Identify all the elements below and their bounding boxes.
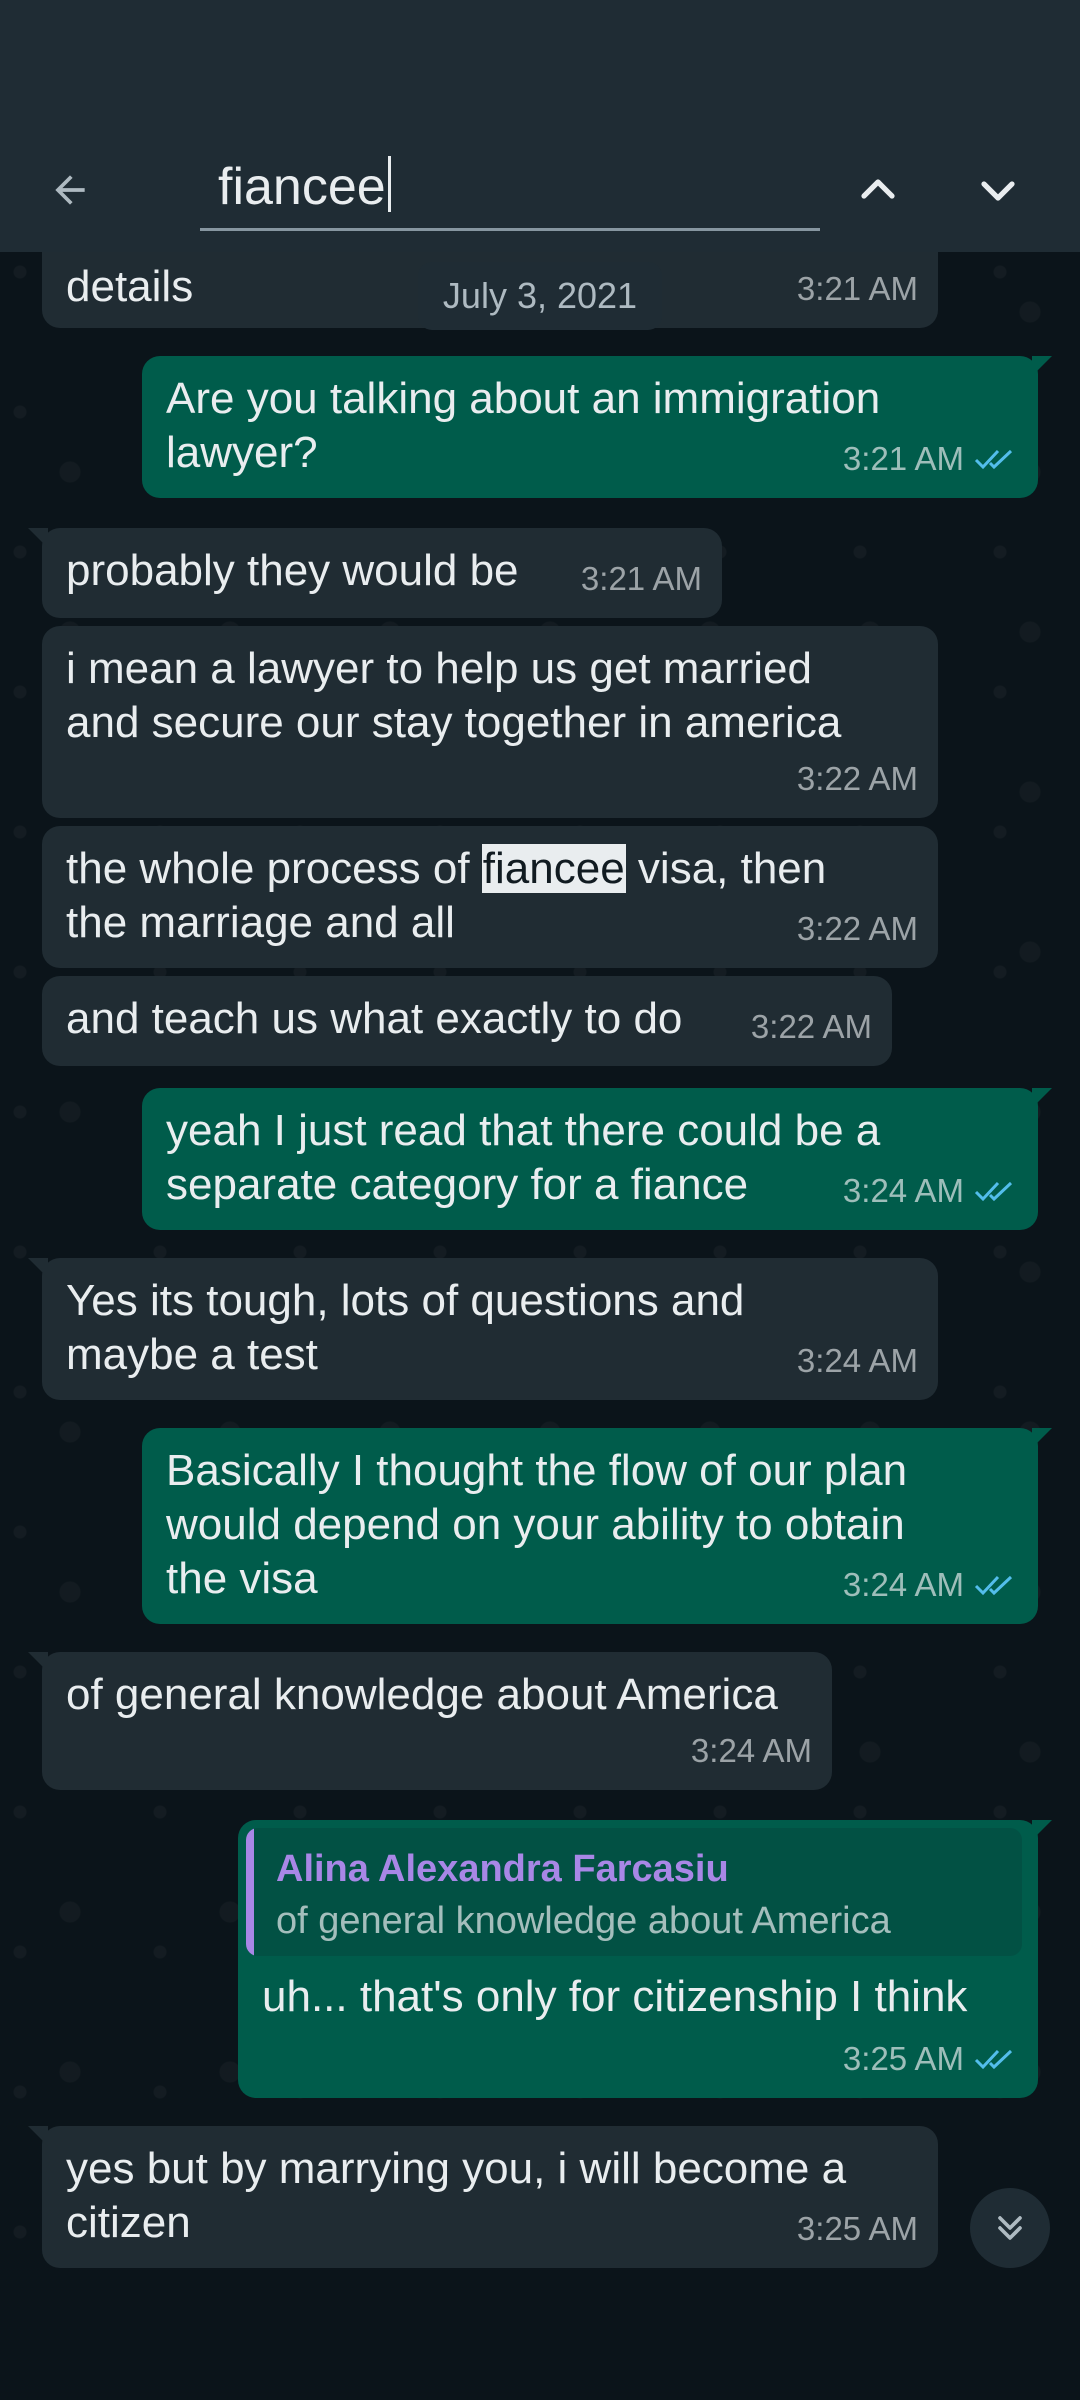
- message-time: 3:24 AM: [690, 1732, 812, 1769]
- date-chip: July 3, 2021: [418, 262, 662, 330]
- message-incoming[interactable]: probably they would be 3:21 AM: [28, 528, 722, 618]
- next-result-button[interactable]: [966, 158, 1030, 222]
- quoted-author: Alina Alexandra Farcasiu: [276, 1848, 729, 1890]
- bottom-area: [0, 2282, 1080, 2400]
- message-time: 3:24 AM: [843, 1164, 1018, 1218]
- double-check-icon: [974, 446, 1018, 472]
- message-time: 3:24 AM: [843, 1558, 1018, 1612]
- message-incoming-search-match[interactable]: the whole process of fiancee visa, then …: [42, 826, 938, 968]
- message-time: 3:25 AM: [843, 2032, 1018, 2086]
- message-outgoing[interactable]: yeah I just read that there could be a s…: [142, 1088, 1052, 1230]
- status-bar-area: [0, 0, 1080, 132]
- search-input[interactable]: fiancee: [200, 140, 820, 231]
- scroll-to-bottom-button[interactable]: [970, 2188, 1050, 2268]
- message-text-line: yeah I just read that there could be a: [166, 1106, 881, 1155]
- message-outgoing[interactable]: Basically I thought the flow of our plan…: [142, 1428, 1052, 1624]
- quoted-message[interactable]: Alina Alexandra Farcasiu of general know…: [246, 1828, 1022, 1956]
- message-text-line: Basically I thought the flow of our plan: [166, 1446, 908, 1495]
- message-time: 3:22 AM: [796, 760, 918, 797]
- chevron-down-icon: [981, 181, 1015, 201]
- message-text-line: the visa: [166, 1554, 318, 1603]
- message-incoming[interactable]: Yes its tough, lots of questions and may…: [28, 1258, 938, 1400]
- message-text-line: Yes its tough, lots of questions and: [66, 1276, 745, 1325]
- message-time: 3:21 AM: [843, 432, 1018, 486]
- message-text-line: the whole process of fiancee visa, then: [66, 844, 827, 893]
- quoted-text: of general knowledge about America: [276, 1900, 891, 1942]
- message-text-line: and secure our stay together in america: [66, 698, 842, 747]
- double-check-icon: [974, 1178, 1018, 1204]
- message-outgoing[interactable]: Are you talking about an immigration law…: [142, 356, 1052, 498]
- message-incoming[interactable]: i mean a lawyer to help us get married a…: [42, 626, 938, 818]
- search-toolbar: fiancee: [0, 132, 1080, 252]
- message-text-line: Are you talking about an immigration: [166, 374, 881, 423]
- double-check-icon: [974, 2046, 1018, 2072]
- text-caret: [387, 156, 391, 212]
- message-time: 3:24 AM: [796, 1342, 918, 1379]
- message-text-line: yes but by marrying you, i will become a: [66, 2144, 847, 2193]
- back-button[interactable]: [38, 158, 102, 222]
- previous-result-button[interactable]: [846, 158, 910, 222]
- message-text-line: maybe a test: [66, 1330, 318, 1379]
- double-check-icon: [974, 1572, 1018, 1598]
- double-chevron-down-icon: [998, 2216, 1022, 2240]
- back-arrow-icon: [55, 175, 85, 205]
- message-text-line: would depend on your ability to obtain: [166, 1500, 905, 1549]
- message-incoming[interactable]: and teach us what exactly to do 3:22 AM: [42, 976, 892, 1066]
- message-text-line: separate category for a fiance: [166, 1160, 749, 1209]
- message-text-line: lawyer?: [166, 428, 318, 477]
- message-time: 3:21 AM: [796, 270, 918, 307]
- chevron-up-icon: [861, 179, 895, 199]
- message-text-line: citizen: [66, 2198, 191, 2247]
- message-text: probably they would be: [66, 546, 519, 595]
- chat-message-list[interactable]: details 3:21 AM Are you talking about an…: [0, 252, 1080, 2282]
- search-highlight: fiancee: [481, 844, 626, 893]
- message-text-line: i mean a lawyer to help us get married: [66, 644, 812, 693]
- message-text: uh... that's only for citizenship I thin…: [262, 1972, 968, 2021]
- message-outgoing-reply[interactable]: Alina Alexandra Farcasiu of general know…: [238, 1820, 1052, 2098]
- search-query-text: fiancee: [218, 158, 386, 216]
- message-time: 3:21 AM: [580, 560, 702, 597]
- message-time: 3:22 AM: [796, 910, 918, 947]
- message-incoming[interactable]: yes but by marrying you, i will become a…: [28, 2126, 938, 2268]
- message-time: 3:25 AM: [796, 2210, 918, 2247]
- message-incoming[interactable]: of general knowledge about America 3:24 …: [28, 1652, 832, 1790]
- message-text-line: the marriage and all: [66, 898, 455, 947]
- message-text: details: [66, 262, 194, 311]
- message-text: of general knowledge about America: [66, 1670, 778, 1719]
- message-time: 3:22 AM: [750, 1008, 872, 1045]
- message-text: and teach us what exactly to do: [66, 994, 683, 1043]
